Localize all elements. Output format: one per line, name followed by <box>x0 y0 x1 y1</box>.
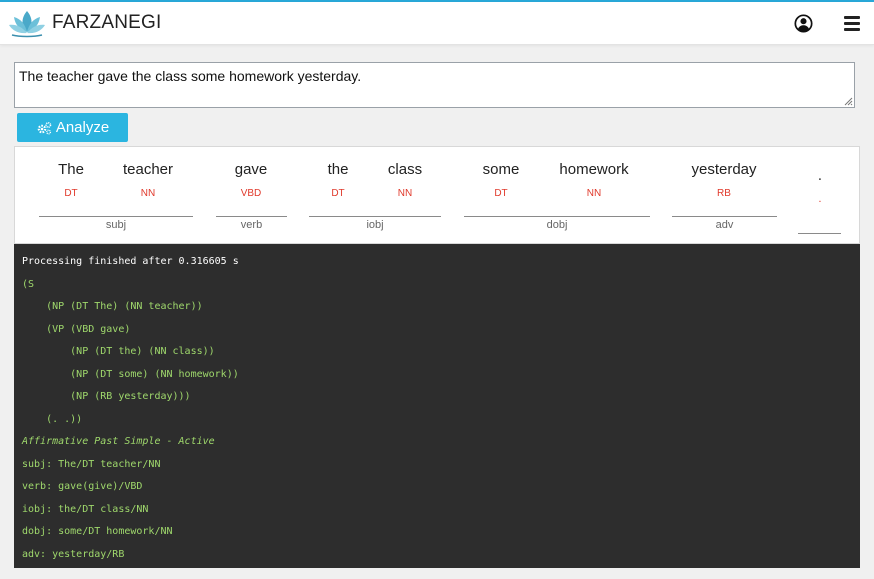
token-tag: DT <box>331 188 345 199</box>
token-tag: DT <box>64 188 78 199</box>
output-line: (NP (DT some) (NN homework)) <box>22 368 239 380</box>
brand-name: FARZANEGI <box>52 12 162 33</box>
token: yesterday RB <box>691 161 756 199</box>
token: teacher NN <box>123 161 173 199</box>
token-tag: NN <box>586 188 602 199</box>
sentence-input[interactable]: The teacher gave the class some homework… <box>14 62 855 108</box>
dependency-parse-panel: subj verb iobj dobj adv The DT teacher N… <box>14 146 860 244</box>
gears-icon <box>37 121 52 134</box>
processing-status: Processing finished after 0.316605 s <box>22 256 239 267</box>
analyze-button[interactable]: Analyze <box>17 113 128 142</box>
output-line: (NP (DT the) (NN class)) <box>22 346 215 357</box>
token: class NN <box>388 161 422 199</box>
navbar: FARZANEGI <box>0 2 874 45</box>
relation-label: dobj <box>546 219 568 231</box>
token-word: yesterday <box>691 161 757 178</box>
output-line: verb: gave(give)/VBD <box>22 481 143 492</box>
token-word: some <box>482 161 520 178</box>
relation-label: verb <box>240 219 263 231</box>
token: the DT <box>328 161 349 199</box>
output-line: (VP (VBD gave) <box>22 323 131 335</box>
output-line: (NP (DT The) (NN teacher)) <box>22 301 203 312</box>
parse-output-console: Processing finished after 0.316605 s (S … <box>14 244 860 568</box>
output-line: (NP (RB yesterday))) <box>22 391 191 402</box>
resize-grip-icon[interactable] <box>843 96 853 106</box>
token: homework NN <box>559 161 628 199</box>
token-word: homework <box>559 161 629 178</box>
output-line: dobj: some/DT homework/NN <box>22 526 173 537</box>
relation-underline <box>309 216 441 217</box>
token: some DT <box>483 161 520 199</box>
analyze-button-label: Analyze <box>55 119 110 136</box>
relation-label: iobj <box>366 219 384 231</box>
token-word: class <box>387 161 423 178</box>
token-word: . <box>817 169 823 184</box>
relation-label: subj <box>105 219 127 231</box>
output-line: iobj: the/DT class/NN <box>22 503 149 515</box>
token: The DT <box>58 161 84 199</box>
output-line: adv: yesterday/RB <box>22 548 125 560</box>
token-tag: DT <box>494 188 508 199</box>
relation-underline <box>464 216 650 217</box>
relation-underline <box>39 216 193 217</box>
token-word: teacher <box>122 161 174 178</box>
token-word: gave <box>234 161 268 178</box>
relation-label: adv <box>715 219 734 231</box>
token-tag: VBD <box>240 188 262 199</box>
token-tag: . <box>818 194 822 205</box>
token: gave VBD <box>235 161 268 199</box>
sentence-classification: Affirmative Past Simple - Active <box>22 436 215 447</box>
token-tag: NN <box>397 188 413 199</box>
token-word: the <box>327 161 349 178</box>
token-punctuation: . . <box>818 169 822 205</box>
token-tag: NN <box>140 188 156 199</box>
brand[interactable]: FARZANEGI <box>8 8 161 38</box>
output-line: (S <box>22 278 35 290</box>
output-line: subj: The/DT teacher/NN <box>22 458 161 470</box>
punctuation-underline <box>798 233 841 234</box>
output-line: (. .)) <box>22 413 83 425</box>
relation-underline <box>216 216 287 217</box>
lotus-icon <box>9 11 45 38</box>
relation-underline <box>672 216 777 217</box>
hamburger-menu-icon[interactable] <box>844 16 860 31</box>
user-circle-icon[interactable] <box>794 14 813 33</box>
token-word: The <box>58 161 84 178</box>
token-tag: RB <box>717 188 731 199</box>
